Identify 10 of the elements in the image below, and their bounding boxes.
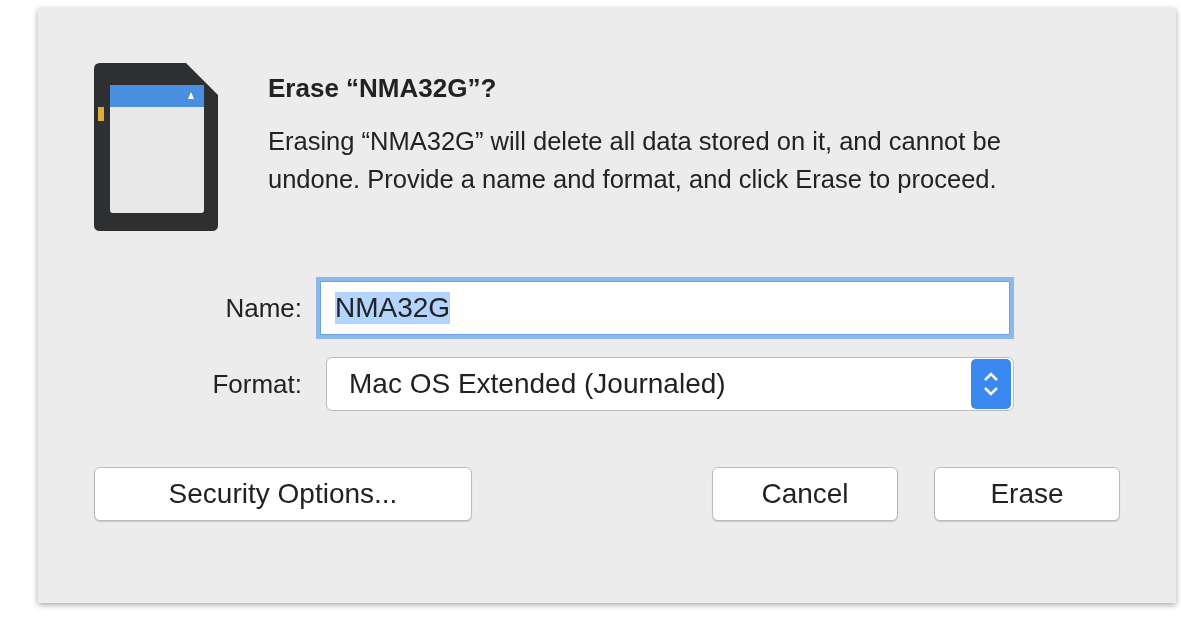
stepper-icon xyxy=(971,359,1011,409)
cancel-button[interactable]: Cancel xyxy=(712,467,898,521)
dialog-message: Erasing “NMA32G” will delete all data stored on it, and cannot be undone. Provide a name and format, and click Erase to proceed. xyxy=(268,126,1002,195)
security-options-button[interactable]: Security Options... xyxy=(94,467,472,521)
format-popup[interactable]: Mac OS Extended (Journaled) xyxy=(326,357,1014,411)
erase-button[interactable]: Erase xyxy=(934,467,1120,521)
field-label: Format: xyxy=(211,368,303,400)
field-label: Name: xyxy=(224,292,303,324)
sd-card-icon xyxy=(94,63,218,231)
dialog-title: Erase “NMA32G”? xyxy=(268,73,498,104)
